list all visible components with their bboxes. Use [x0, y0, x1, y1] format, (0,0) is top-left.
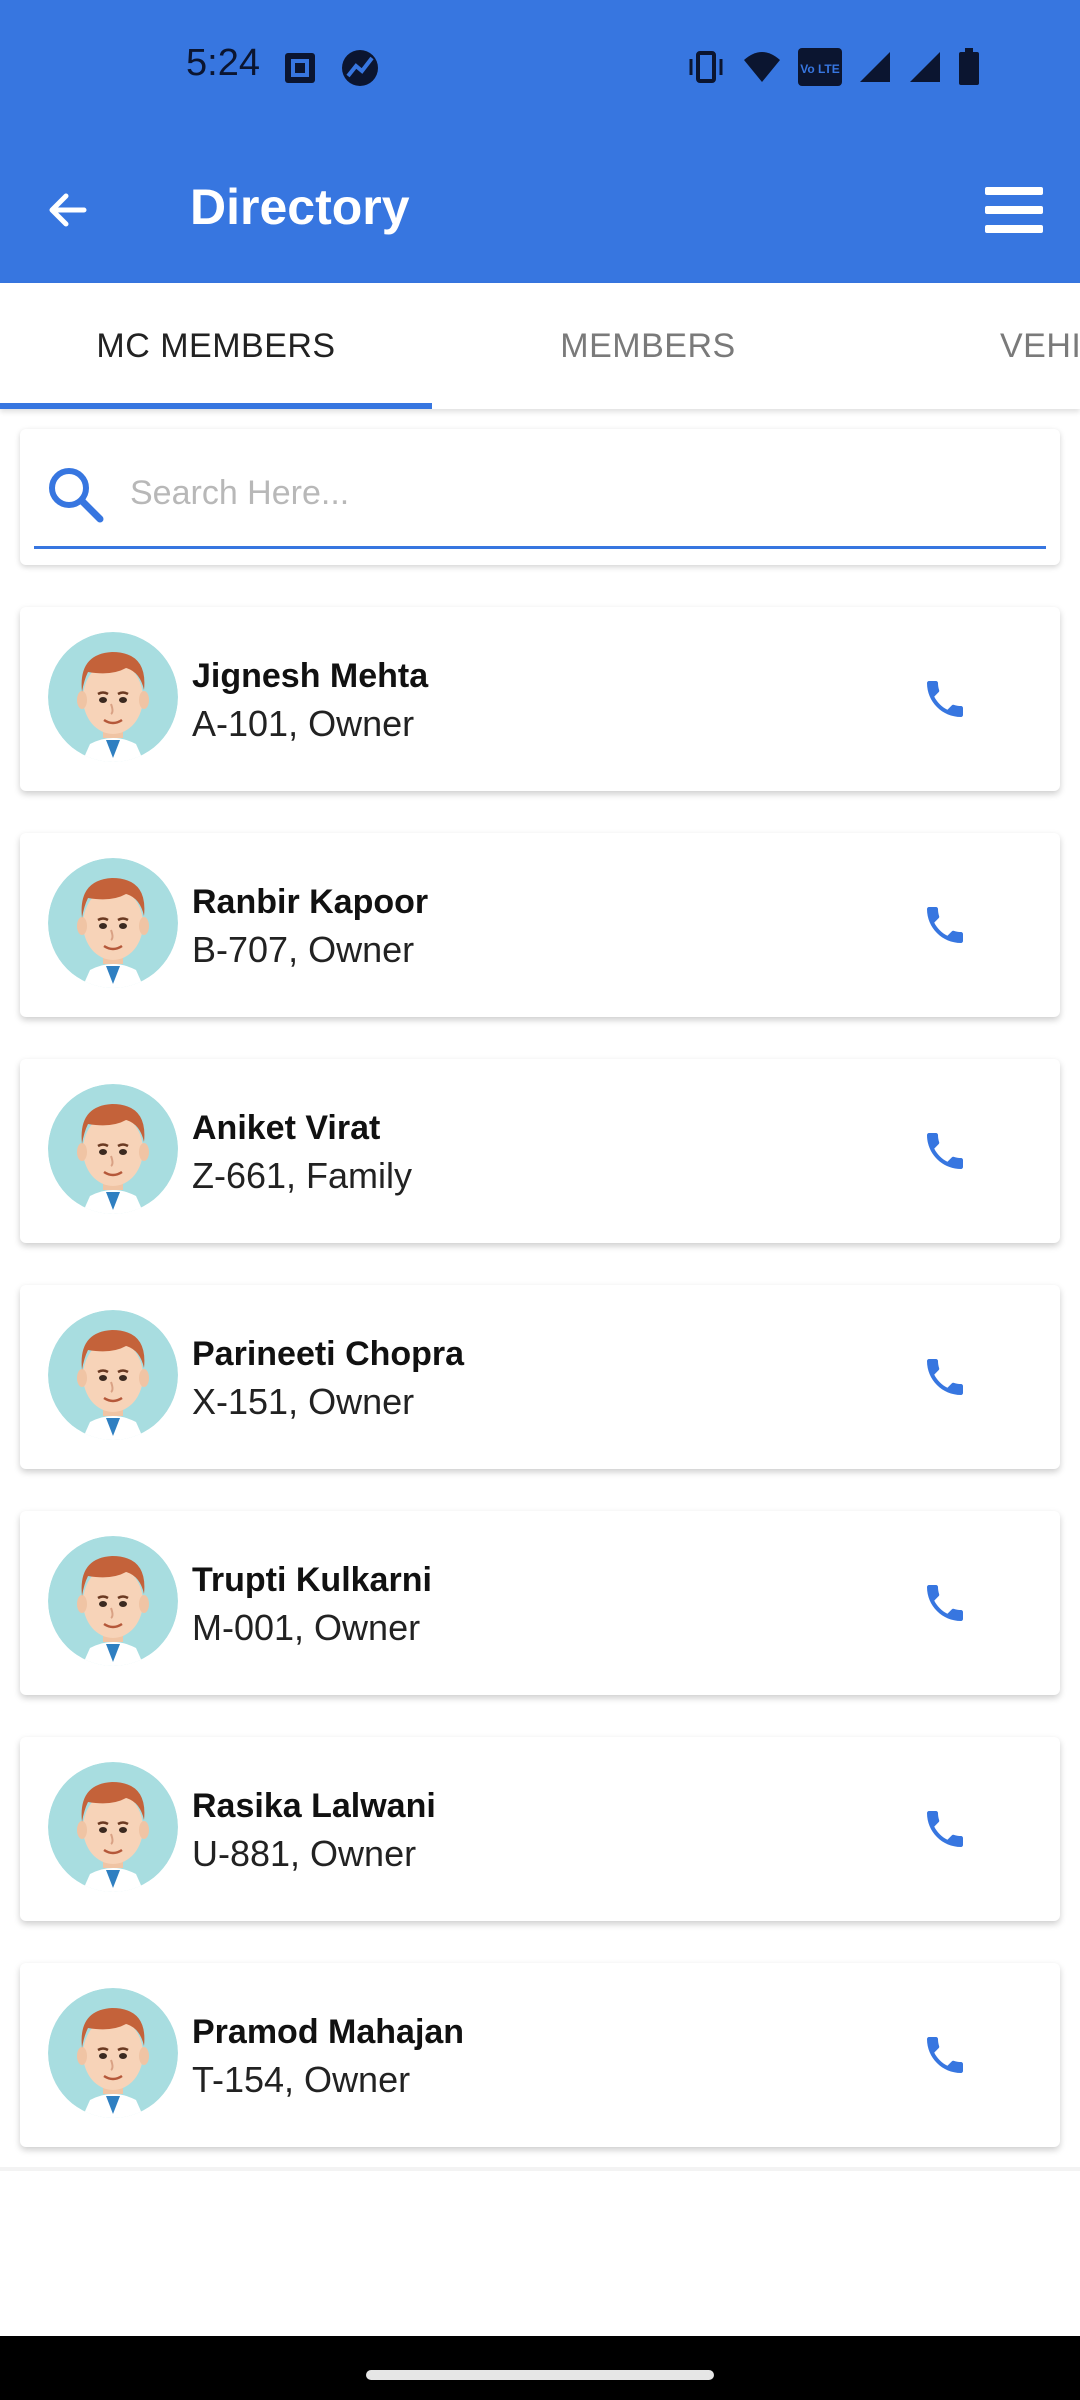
status-bar: 5:24 Vo LTE — [0, 0, 1080, 135]
search-icon — [40, 459, 110, 529]
member-name: Pramod Mahajan — [192, 2013, 465, 2051]
search-input[interactable] — [128, 463, 1028, 523]
member-card[interactable]: Ranbir Kapoor B-707, Owner — [20, 833, 1060, 1017]
system-nav-bar — [0, 2336, 1080, 2400]
call-button[interactable] — [910, 2020, 980, 2090]
avatar — [48, 1762, 178, 1892]
avatar — [48, 1988, 178, 2118]
member-name: Aniket Virat — [192, 1109, 381, 1147]
member-name: Parineeti Chopra — [192, 1335, 465, 1373]
member-unit: Z-661, Family — [192, 1155, 413, 1196]
back-button[interactable] — [36, 178, 100, 242]
member-card[interactable]: Aniket Virat Z-661, Family — [20, 1059, 1060, 1243]
member-unit: U-881, Owner — [192, 1833, 417, 1874]
search-box — [20, 429, 1060, 565]
screenshot-icon — [282, 50, 318, 86]
battery-icon — [958, 48, 980, 86]
page-title: Directory — [190, 179, 410, 235]
status-right-icons: Vo LTE — [686, 48, 980, 86]
member-name: Rasika Lalwani — [192, 1787, 436, 1825]
app-header: 5:24 Vo LTE Directory — [0, 0, 1080, 283]
call-button[interactable] — [910, 890, 980, 960]
member-unit: T-154, Owner — [192, 2059, 411, 2100]
volte-icon: Vo LTE — [798, 48, 842, 86]
member-unit: X-151, Owner — [192, 1381, 415, 1422]
avatar — [48, 1084, 178, 1214]
member-name: Trupti Kulkarni — [192, 1561, 432, 1599]
arrow-back-icon — [49, 193, 87, 227]
member-card[interactable]: Parineeti Chopra X-151, Owner — [20, 1285, 1060, 1469]
avatar — [48, 1536, 178, 1666]
phone-icon — [927, 681, 963, 717]
call-button[interactable] — [910, 1568, 980, 1638]
call-button[interactable] — [910, 1794, 980, 1864]
call-button[interactable] — [910, 1116, 980, 1186]
tab-vehicles[interactable]: VEHI — [864, 283, 1080, 409]
avatar — [48, 858, 178, 988]
avatar — [48, 632, 178, 762]
status-left-icons — [282, 48, 380, 88]
status-time: 5:24 — [186, 42, 260, 84]
member-card[interactable]: Trupti Kulkarni M-001, Owner — [20, 1511, 1060, 1695]
home-indicator[interactable] — [366, 2370, 714, 2380]
app-notification-icon — [340, 48, 380, 88]
phone-icon — [927, 1811, 963, 1847]
phone-icon — [927, 907, 963, 943]
signal-icon — [908, 50, 942, 84]
member-name: Ranbir Kapoor — [192, 883, 429, 921]
member-unit: M-001, Owner — [192, 1607, 421, 1648]
vibrate-icon — [686, 49, 726, 85]
tab-mc-members[interactable]: MC MEMBERS — [0, 283, 432, 409]
app-bar: Directory — [0, 150, 1080, 270]
call-button[interactable] — [910, 664, 980, 734]
phone-icon — [927, 1585, 963, 1621]
phone-icon — [927, 2037, 963, 2073]
wifi-icon — [742, 50, 782, 84]
tab-indicator — [0, 403, 432, 409]
member-card[interactable]: Rasika Lalwani U-881, Owner — [20, 1737, 1060, 1921]
avatar — [48, 1310, 178, 1440]
phone-icon — [927, 1359, 963, 1395]
member-card[interactable]: Jignesh Mehta A-101, Owner — [20, 607, 1060, 791]
member-name: Jignesh Mehta — [192, 657, 429, 695]
member-unit: A-101, Owner — [192, 703, 415, 744]
search-underline — [34, 546, 1046, 549]
signal-icon — [858, 50, 892, 84]
menu-button[interactable] — [982, 180, 1046, 240]
phone-icon — [927, 1133, 963, 1169]
hamburger-menu-icon — [985, 187, 1043, 233]
member-card[interactable]: Pramod Mahajan T-154, Owner — [20, 1963, 1060, 2147]
tab-bar: MC MEMBERS MEMBERS VEHI — [0, 283, 1080, 409]
tab-members[interactable]: MEMBERS — [432, 283, 864, 409]
member-unit: B-707, Owner — [192, 929, 415, 970]
list-bottom-divider — [0, 2167, 1080, 2171]
call-button[interactable] — [910, 1342, 980, 1412]
